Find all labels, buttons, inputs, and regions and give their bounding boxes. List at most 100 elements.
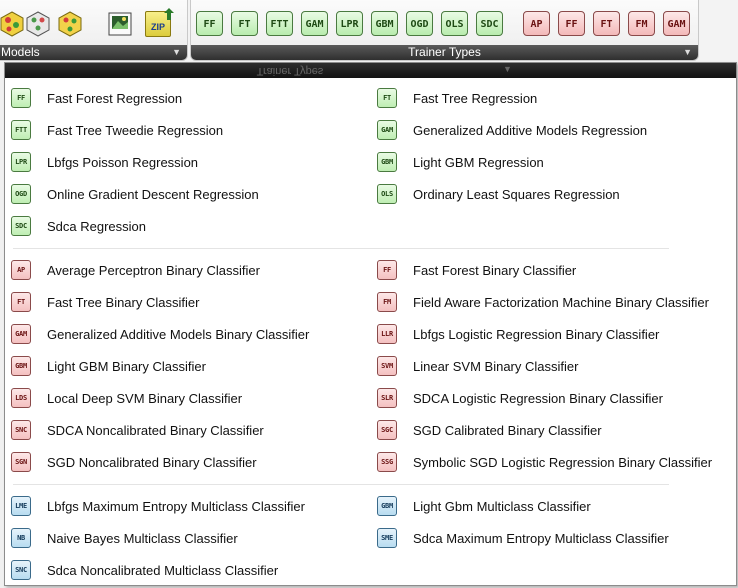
trainer-item-ft[interactable]: FT Fast Tree Binary Classifier (11, 292, 371, 314)
trainer-button-ft[interactable]: FT (231, 11, 258, 36)
trainer-button-ols[interactable]: OLS (441, 11, 468, 36)
trainer-button-ap[interactable]: AP (523, 11, 550, 36)
trainer-item-label: Online Gradient Descent Regression (47, 187, 259, 202)
trainer-item-label: Linear SVM Binary Classifier (413, 359, 579, 374)
dropdown-header-reflection: Trainer Types (256, 65, 324, 77)
trainer-item-label: Generalized Additive Models Regression (413, 123, 648, 138)
ftt-trainer-icon: FTT (11, 120, 31, 140)
trainer-button-gam[interactable]: GAM (663, 11, 690, 36)
trainer-item-label: Field Aware Factorization Machine Binary… (413, 295, 709, 310)
gbm-trainer-icon: GBM (11, 356, 31, 376)
svm-trainer-icon: SVM (377, 356, 397, 376)
models-group: ZIP Models ▼ (0, 0, 188, 61)
trainer-item-ols[interactable]: OLS Ordinary Least Squares Regression (377, 184, 737, 206)
trainer-item-label: SGD Calibrated Binary Classifier (413, 423, 602, 438)
trainer-item-label: Lbfgs Poisson Regression (47, 155, 199, 170)
trainer-item-sme[interactable]: SME Sdca Maximum Entropy Multiclass Class… (377, 528, 737, 550)
nb-trainer-icon: NB (11, 528, 31, 548)
trainer-item-ff[interactable]: FF Fast Forest Regression (11, 88, 371, 110)
ols-trainer-icon: OLS (377, 184, 397, 204)
trainer-item-ap[interactable]: AP Average Perceptron Binary Classifier (11, 260, 371, 282)
ff-trainer-icon: FF (11, 88, 31, 108)
model-icon-3[interactable] (57, 10, 83, 38)
trainer-item-sdc[interactable]: SDC Sdca Regression (11, 216, 371, 238)
trainer-item-label: Sdca Noncalibrated Multiclass Classifier (47, 563, 279, 578)
trainer-item-label: Fast Tree Binary Classifier (47, 295, 200, 310)
trainer-item-label: Ordinary Least Squares Regression (413, 187, 620, 202)
trainer-item-label: Fast Forest Regression (47, 91, 183, 106)
expander-icon[interactable]: ▼ (683, 45, 692, 60)
trainer-button-ff[interactable]: FF (558, 11, 585, 36)
trainer-item-label: Lbfgs Maximum Entropy Multiclass Classif… (47, 499, 305, 514)
model-icon-1[interactable] (0, 10, 25, 38)
ft-trainer-icon: FT (11, 292, 31, 312)
zip-arrow-icon (164, 8, 174, 20)
gam-trainer-icon: GAM (11, 324, 31, 344)
trainer-button-sdc[interactable]: SDC (476, 11, 503, 36)
trainer-button-ff[interactable]: FF (196, 11, 223, 36)
trainer-item-gbm[interactable]: GBM Light Gbm Multiclass Classifier (377, 496, 737, 518)
models-group-title: Models (1, 45, 40, 59)
trainer-item-label: Light GBM Binary Classifier (47, 359, 206, 374)
trainer-types-dropdown: Trainer Types ▼ FF Fast Forest Regression… (4, 62, 737, 586)
lds-trainer-icon: LDS (11, 388, 31, 408)
sgc-trainer-icon: SGC (377, 420, 397, 440)
trainer-item-label: Symbolic SGD Logistic Regression Binary … (413, 455, 713, 470)
trainer-item-llr[interactable]: LLR Lbfgs Logistic Regression Binary Clas… (377, 324, 737, 346)
trainer-item-label: Lbfgs Logistic Regression Binary Classif… (413, 327, 660, 342)
trainer-item-nb[interactable]: NB Naive Bayes Multiclass Classifier (11, 528, 371, 550)
trainer-item-label: Average Perceptron Binary Classifier (47, 263, 260, 278)
trainer-item-gbm[interactable]: GBM Light GBM Binary Classifier (11, 356, 371, 378)
trainer-button-ft[interactable]: FT (593, 11, 620, 36)
trainer-item-ogd[interactable]: OGD Online Gradient Descent Regression (11, 184, 371, 206)
trainer-item-ff[interactable]: FF Fast Forest Binary Classifier (377, 260, 737, 282)
ft-trainer-icon: FT (377, 88, 397, 108)
trainer-button-gbm[interactable]: GBM (371, 11, 398, 36)
lme-trainer-icon: LME (11, 496, 31, 516)
trainer-item-label: Fast Tree Tweedie Regression (47, 123, 224, 138)
trainer-item-fm[interactable]: FM Field Aware Factorization Machine Bina… (377, 292, 737, 314)
trainer-item-snc[interactable]: SNC SDCA Noncalibrated Binary Classifier (11, 420, 371, 442)
trainer-item-ssg[interactable]: SSG Symbolic SGD Logistic Regression Bina… (377, 452, 737, 474)
gam-trainer-icon: GAM (377, 120, 397, 140)
trainer-button-fm[interactable]: FM (628, 11, 655, 36)
trainer-item-ft[interactable]: FT Fast Tree Regression (377, 88, 737, 110)
section-divider (13, 484, 669, 485)
trainer-item-label: Sdca Maximum Entropy Multiclass Classifi… (413, 531, 669, 546)
expander-icon: ▼ (503, 64, 512, 74)
trainer-item-gam[interactable]: GAM Generalized Additive Models Regressio… (377, 120, 737, 142)
slr-trainer-icon: SLR (377, 388, 397, 408)
trainer-item-gbm[interactable]: GBM Light GBM Regression (377, 152, 737, 174)
trainer-item-ftt[interactable]: FTT Fast Tree Tweedie Regression (11, 120, 371, 142)
image-icon[interactable] (107, 10, 133, 38)
dropdown-header: Trainer Types ▼ (5, 63, 736, 78)
zip-label: ZIP (150, 22, 165, 32)
sdc-trainer-icon: SDC (11, 216, 31, 236)
trainer-item-label: Light Gbm Multiclass Classifier (413, 499, 591, 514)
llr-trainer-icon: LLR (377, 324, 397, 344)
trainer-types-group-title: Trainer Types (408, 45, 481, 59)
trainer-button-gam[interactable]: GAM (301, 11, 328, 36)
trainer-button-ogd[interactable]: OGD (406, 11, 433, 36)
trainer-types-group-footer: Trainer Types ▼ (191, 45, 698, 60)
trainer-item-sgc[interactable]: SGC SGD Calibrated Binary Classifier (377, 420, 737, 442)
trainer-item-label: Light GBM Regression (413, 155, 544, 170)
sgn-trainer-icon: SGN (11, 452, 31, 472)
trainer-item-lpr[interactable]: LPR Lbfgs Poisson Regression (11, 152, 371, 174)
trainer-item-gam[interactable]: GAM Generalized Additive Models Binary Cl… (11, 324, 371, 346)
trainer-item-label: Sdca Regression (47, 219, 146, 234)
lpr-trainer-icon: LPR (11, 152, 31, 172)
trainer-item-label: Fast Forest Binary Classifier (413, 263, 577, 278)
trainer-item-snc[interactable]: SNC Sdca Noncalibrated Multiclass Classif… (11, 560, 371, 582)
trainer-types-group: FF FT FTT GAM LPR GBM OGD OLS SDC AP FF FT FM GAM Tr… (190, 0, 699, 61)
trainer-button-lpr[interactable]: LPR (336, 11, 363, 36)
expander-icon[interactable]: ▼ (172, 45, 181, 60)
trainer-button-ftt[interactable]: FTT (266, 11, 293, 36)
trainer-item-slr[interactable]: SLR SDCA Logistic Regression Binary Class… (377, 388, 737, 410)
model-icon-2[interactable] (25, 10, 51, 38)
section-divider (13, 248, 669, 249)
trainer-item-svm[interactable]: SVM Linear SVM Binary Classifier (377, 356, 737, 378)
trainer-item-lme[interactable]: LME Lbfgs Maximum Entropy Multiclass Clas… (11, 496, 371, 518)
trainer-item-sgn[interactable]: SGN SGD Noncalibrated Binary Classifier (11, 452, 371, 474)
trainer-item-lds[interactable]: LDS Local Deep SVM Binary Classifier (11, 388, 371, 410)
